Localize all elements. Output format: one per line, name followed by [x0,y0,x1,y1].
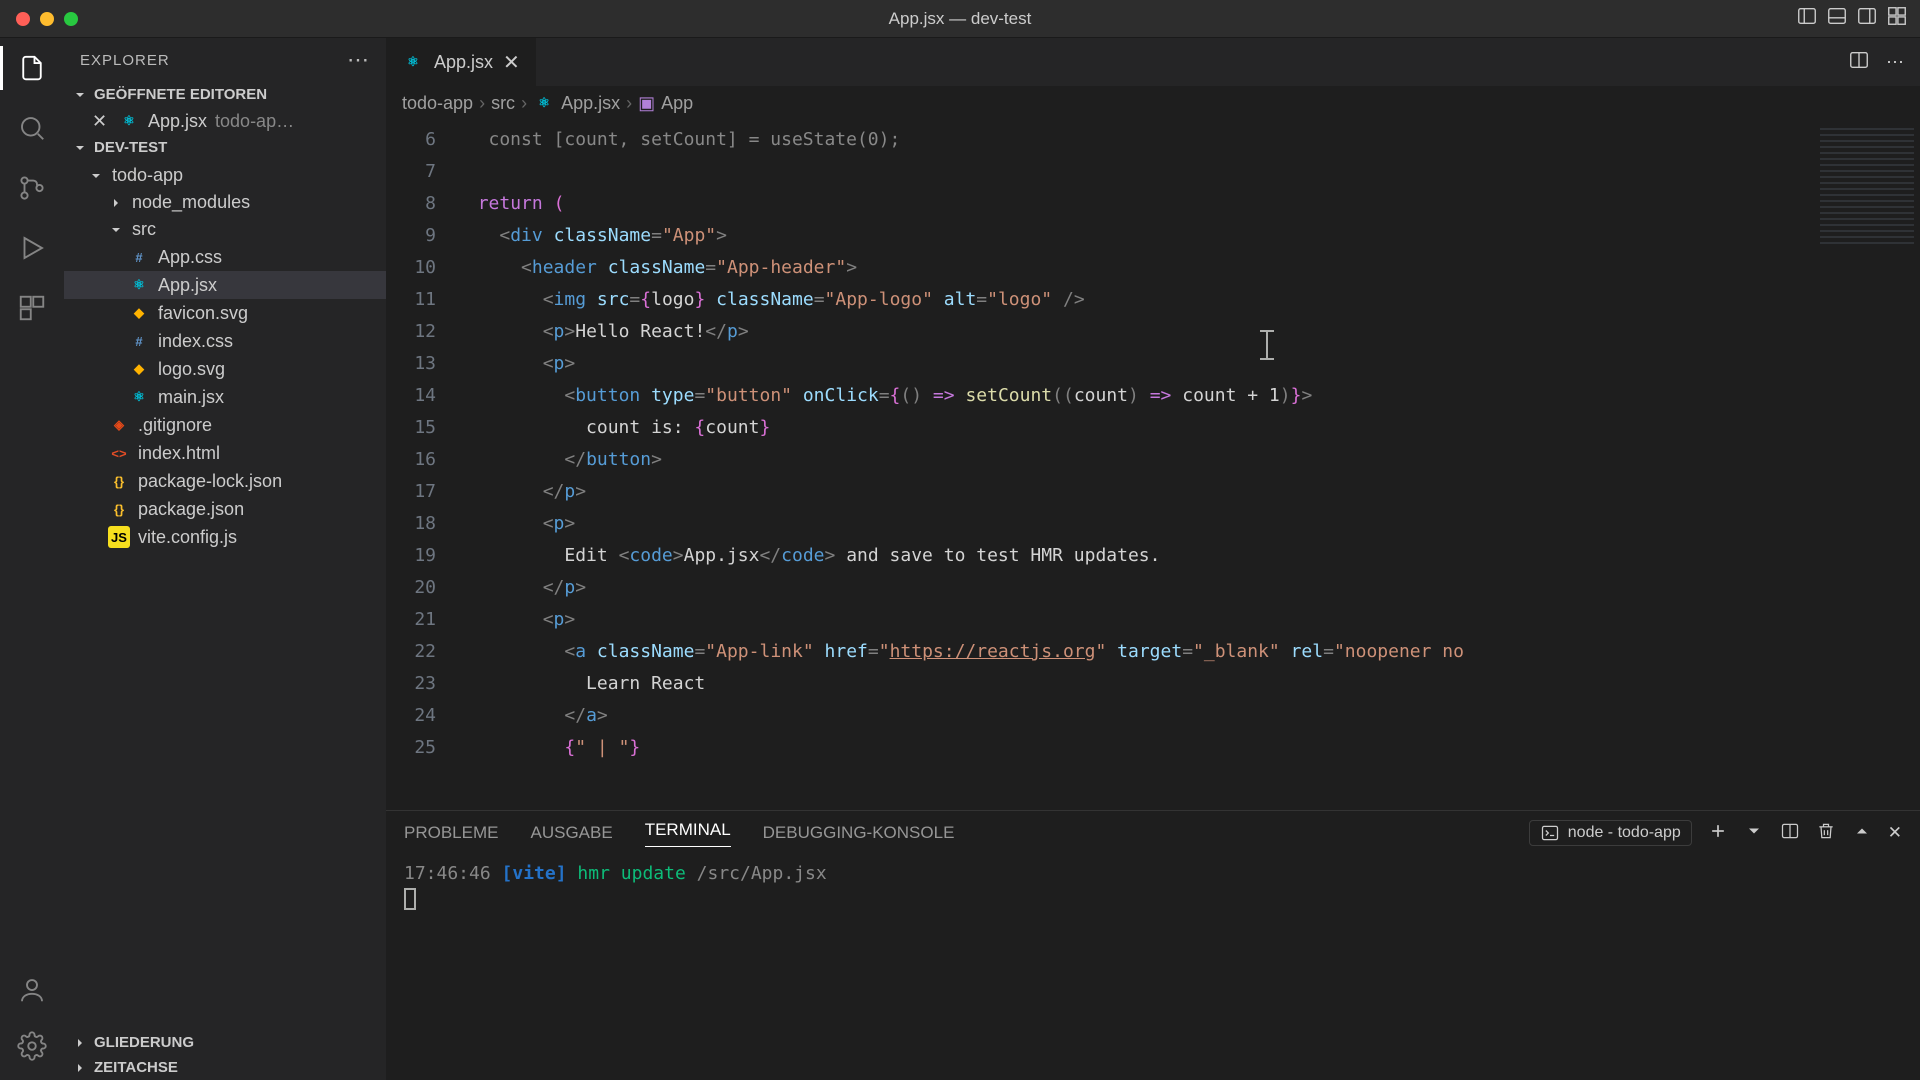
terminal-cursor-icon [404,888,416,910]
file-favicon-svg[interactable]: ◆ favicon.svg [64,299,386,327]
css-file-icon: # [128,330,150,352]
folder-todo-app[interactable]: todo-app [64,162,386,189]
react-file-icon: ⚛ [402,51,424,73]
explorer-activity-icon[interactable] [14,50,50,86]
file-tree: todo-app node_modules src # App.css ⚛ Ap… [64,160,386,553]
close-window-button[interactable] [16,12,30,26]
css-file-icon: # [128,246,150,268]
git-file-icon: ◈ [108,414,130,436]
more-editor-icon[interactable]: ⋯ [1886,52,1904,73]
tab-problems[interactable]: PROBLEME [404,823,498,843]
customize-layout-icon[interactable] [1886,5,1908,32]
titlebar: App.jsx — dev-test [0,0,1920,38]
extensions-activity-icon[interactable] [14,290,50,326]
json-file-icon: {} [108,470,130,492]
code-content[interactable]: const [count, setCount] = useState(0); r… [456,120,1810,810]
window-title: App.jsx — dev-test [889,9,1032,29]
explorer-sidebar: EXPLORER ⋯ GEÖFFNETE EDITOREN ✕ ⚛ App.js… [64,38,386,1080]
html-file-icon: <> [108,442,130,464]
source-control-activity-icon[interactable] [14,170,50,206]
close-editor-icon[interactable]: ✕ [92,111,110,132]
timeline-section[interactable]: ZEITACHSE [64,1055,386,1080]
folder-node-modules[interactable]: node_modules [64,189,386,216]
file-index-html[interactable]: <> index.html [64,439,386,467]
folder-src[interactable]: src [64,216,386,243]
svg-file-icon: ◆ [128,358,150,380]
outline-section[interactable]: GLIEDERUNG [64,1030,386,1055]
split-terminal-icon[interactable] [1780,821,1800,846]
file-vite-config[interactable]: JS vite.config.js [64,523,386,551]
toggle-secondary-sidebar-icon[interactable] [1856,5,1878,32]
react-file-icon: ⚛ [118,110,140,132]
symbol-icon: ▣ [638,93,655,114]
svg-file-icon: ◆ [128,302,150,324]
file-gitignore[interactable]: ◈ .gitignore [64,411,386,439]
tab-app-jsx[interactable]: ⚛ App.jsx ✕ [386,38,537,86]
run-debug-activity-icon[interactable] [14,230,50,266]
text-cursor-icon [1266,330,1268,360]
layout-controls [1796,5,1920,32]
terminal-dropdown-icon[interactable] [1744,821,1764,846]
toggle-primary-sidebar-icon[interactable] [1796,5,1818,32]
json-file-icon: {} [108,498,130,520]
file-index-css[interactable]: # index.css [64,327,386,355]
workspace-section[interactable]: DEV-TEST [64,135,386,160]
code-editor[interactable]: 6 7 8 9 10 11 12 13 14 15 16 17 18 19 20… [386,120,1920,810]
explorer-more-icon[interactable]: ⋯ [347,47,370,73]
tab-terminal[interactable]: TERMINAL [645,820,731,847]
maximize-panel-icon[interactable] [1852,821,1872,846]
accounts-icon[interactable] [14,972,50,1008]
file-app-css[interactable]: # App.css [64,243,386,271]
close-panel-icon[interactable]: ✕ [1888,823,1902,843]
split-editor-icon[interactable] [1848,49,1870,76]
file-main-jsx[interactable]: ⚛ main.jsx [64,383,386,411]
explorer-title: EXPLORER [80,52,170,69]
terminal-process[interactable]: node - todo-app [1529,820,1692,846]
bottom-panel: PROBLEME AUSGABE TERMINAL DEBUGGING-KONS… [386,810,1920,1080]
js-file-icon: JS [108,526,130,548]
toggle-panel-icon[interactable] [1826,5,1848,32]
maximize-window-button[interactable] [64,12,78,26]
activity-bar [0,38,64,1080]
breadcrumb[interactable]: todo-app› src› ⚛ App.jsx› ▣ App [386,86,1920,120]
tab-output[interactable]: AUSGABE [530,823,612,843]
file-logo-svg[interactable]: ◆ logo.svg [64,355,386,383]
tab-debug-console[interactable]: DEBUGGING-KONSOLE [763,823,955,843]
react-file-icon: ⚛ [128,274,150,296]
settings-gear-icon[interactable] [14,1028,50,1064]
file-package-json[interactable]: {} package.json [64,495,386,523]
editor-area: ⚛ App.jsx ✕ ⋯ todo-app› src› ⚛ App.jsx› … [386,38,1920,1080]
kill-terminal-icon[interactable] [1816,821,1836,846]
new-terminal-icon[interactable] [1708,821,1728,846]
search-activity-icon[interactable] [14,110,50,146]
tab-bar: ⚛ App.jsx ✕ ⋯ [386,38,1920,86]
minimap[interactable] [1810,120,1920,810]
open-editor-item[interactable]: ✕ ⚛ App.jsx todo-ap… [64,107,386,135]
terminal-output[interactable]: 17:46:46 [vite] hmr update /src/App.jsx [386,855,1920,1080]
open-editors-section[interactable]: GEÖFFNETE EDITOREN [64,82,386,107]
react-file-icon: ⚛ [128,386,150,408]
minimize-window-button[interactable] [40,12,54,26]
file-package-lock[interactable]: {} package-lock.json [64,467,386,495]
line-gutter: 6 7 8 9 10 11 12 13 14 15 16 17 18 19 20… [386,120,456,810]
file-app-jsx[interactable]: ⚛ App.jsx [64,271,386,299]
react-file-icon: ⚛ [533,92,555,114]
window-controls [0,12,78,26]
close-tab-icon[interactable]: ✕ [503,50,520,75]
